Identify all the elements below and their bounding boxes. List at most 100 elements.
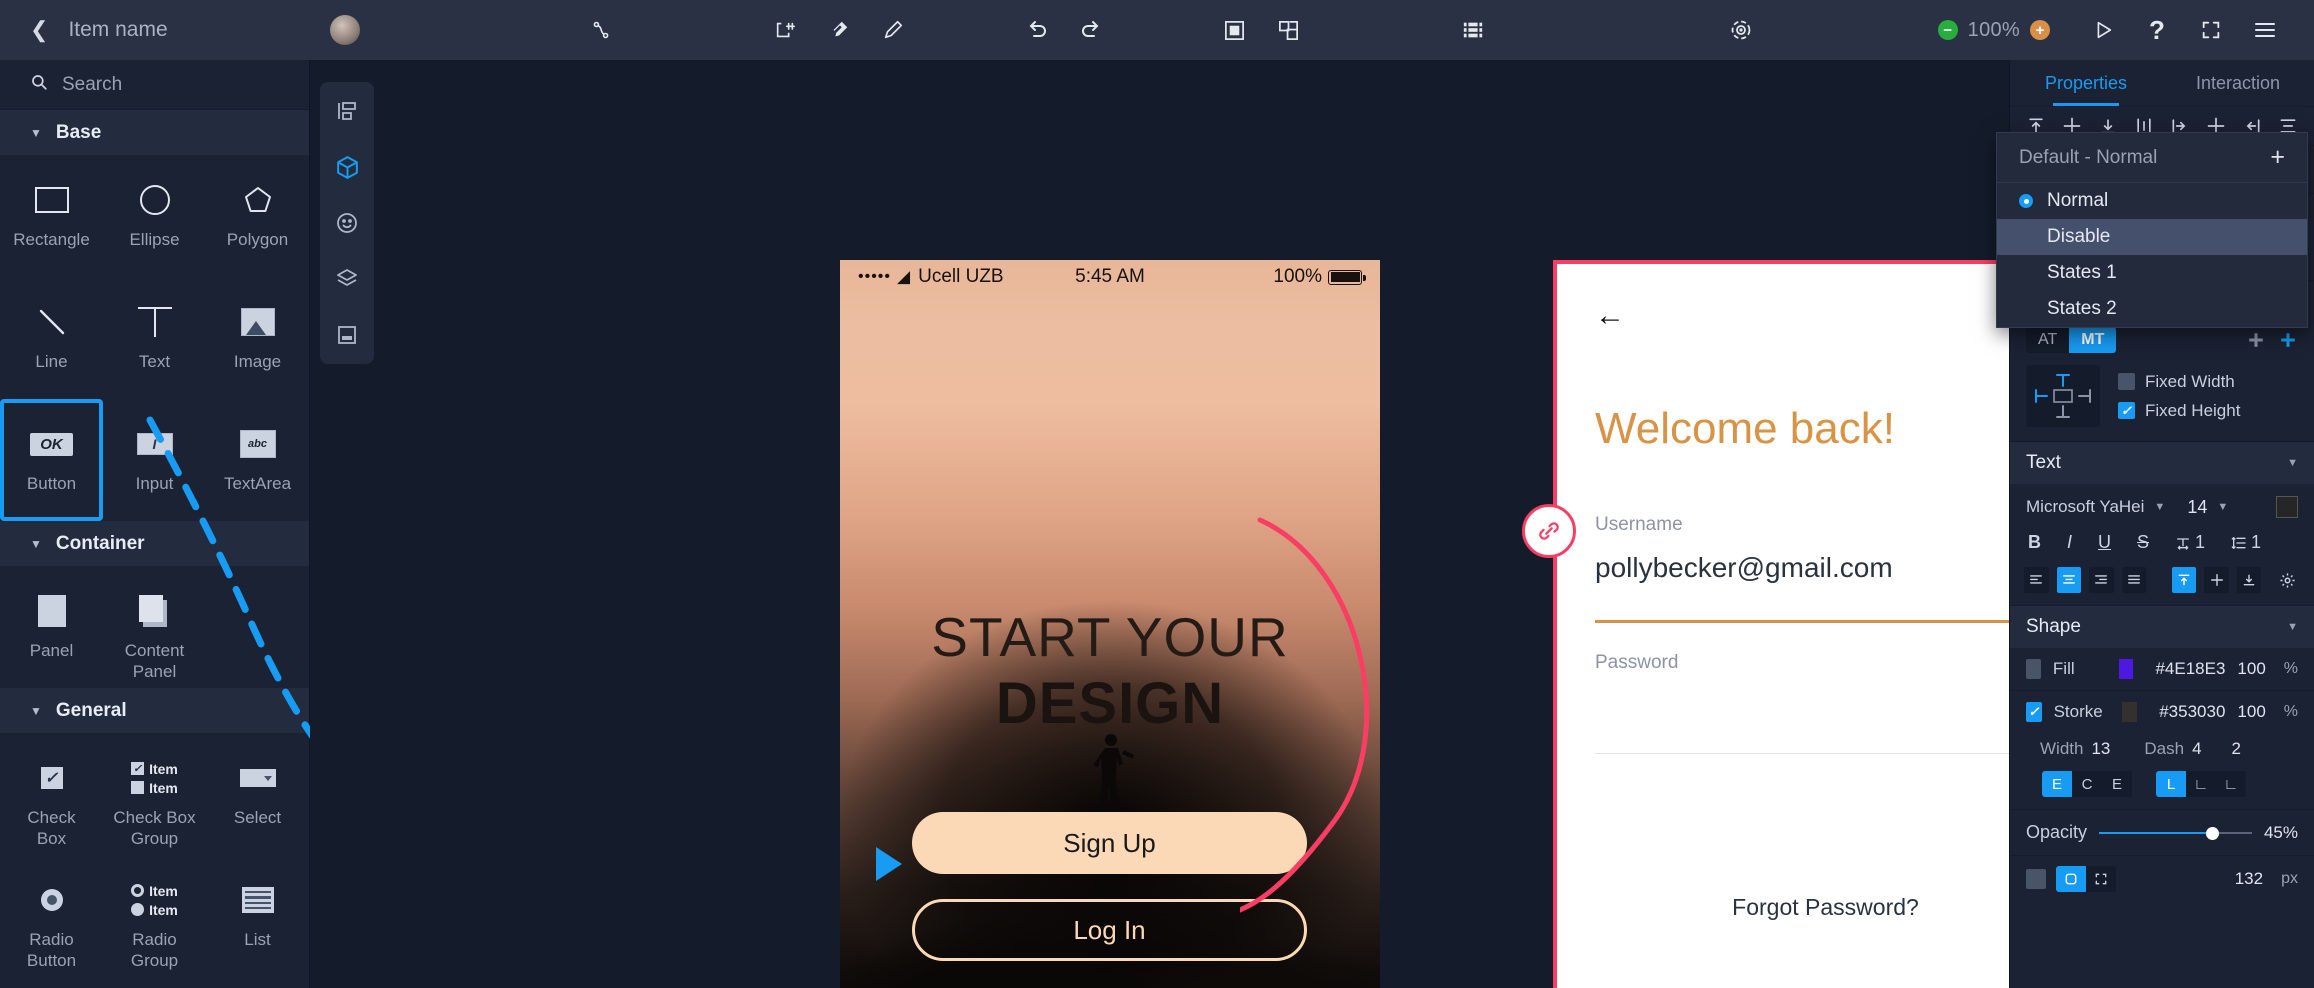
stroke-hex-field[interactable]: #353030 (2159, 702, 2225, 722)
pen-icon[interactable] (812, 9, 866, 51)
text-align-justify-icon[interactable] (2121, 567, 2147, 593)
cap-butt-icon[interactable]: E (2042, 771, 2072, 797)
corner-radius-field[interactable]: 132 (2235, 869, 2263, 889)
component-cube-icon[interactable] (329, 150, 365, 184)
chevron-down-icon[interactable]: ▼ (2154, 501, 2165, 513)
add-frame-icon[interactable] (758, 9, 812, 51)
palette-item-radio-group[interactable]: Item Item Radio Group (103, 855, 206, 977)
cap-square-icon[interactable]: E (2102, 771, 2132, 797)
search-placeholder[interactable]: Search (62, 74, 122, 96)
zoom-out-button[interactable]: − (1937, 20, 1958, 40)
search-row[interactable]: Base Search (0, 60, 309, 110)
valign-bottom-icon[interactable] (2236, 567, 2262, 593)
add-margin-icon[interactable] (2246, 330, 2266, 350)
section-header-shape[interactable]: Shape ▼ (2010, 606, 2314, 648)
target-settings-icon[interactable] (1714, 9, 1768, 51)
emoji-icon[interactable] (329, 206, 365, 240)
section-header-general[interactable]: ▼ General (0, 688, 309, 733)
back-chevron-icon[interactable]: ❮ (30, 19, 48, 41)
text-align-center-icon[interactable] (2056, 567, 2082, 593)
palette-item-select[interactable]: Select (206, 733, 309, 855)
palette-item-content-panel[interactable]: Content Panel (103, 566, 206, 688)
stroke-width-field[interactable]: 13 (2091, 739, 2110, 759)
dash-gap-field[interactable]: 2 (2232, 739, 2241, 759)
palette-item-button[interactable]: OK Button (0, 399, 103, 521)
dash-field[interactable]: 4 (2192, 739, 2201, 759)
join-round-icon[interactable]: ∟ (2186, 771, 2216, 797)
section-header-container[interactable]: ▼ Container (0, 521, 309, 566)
chevron-down-icon[interactable]: ▼ (2217, 501, 2228, 513)
stroke-checkbox[interactable]: ✓ (2026, 702, 2042, 722)
fill-hex-field[interactable]: #4E18E3 (2155, 659, 2225, 679)
username-input[interactable]: pollybecker@gmail.com (1595, 552, 1893, 584)
palette-item-text[interactable]: Text (103, 277, 206, 399)
sign-up-button[interactable]: Sign Up (912, 812, 1307, 874)
strikethrough-button[interactable]: S (2137, 532, 2149, 553)
palette-item-polygon[interactable]: Polygon (206, 155, 309, 277)
palette-item-tabs[interactable]: Tabs (206, 977, 309, 988)
avatar[interactable] (330, 15, 360, 45)
bold-button[interactable]: B (2028, 532, 2041, 553)
fixed-width-checkbox[interactable] (2118, 373, 2135, 390)
group-icon[interactable] (1208, 9, 1262, 51)
corner-swatch-icon[interactable] (2026, 869, 2046, 889)
font-size-select[interactable]: 14 (2187, 497, 2207, 518)
palette-item-list[interactable]: List (206, 855, 309, 977)
section-header-text[interactable]: Text ▼ (2010, 442, 2314, 484)
at-mt-segment[interactable]: AT MT (2026, 327, 2117, 353)
palette-item-check-box[interactable]: ✓ Check Box (0, 733, 103, 855)
add-padding-icon[interactable] (2278, 330, 2298, 350)
palette-item-ellipse[interactable]: Ellipse (103, 155, 206, 277)
pencil-icon[interactable] (866, 9, 920, 51)
path-node-icon[interactable] (574, 9, 628, 51)
valign-middle-icon[interactable] (2204, 567, 2229, 593)
tab-properties[interactable]: Properties (2010, 60, 2162, 106)
palette-item-switch[interactable]: Switch (0, 977, 103, 988)
link-icon[interactable] (1522, 504, 1576, 558)
corner-radius-icon[interactable] (2056, 866, 2086, 892)
fill-opacity-field[interactable]: 100 (2237, 659, 2265, 679)
underline-button[interactable]: U (2098, 532, 2111, 553)
letter-spacing-control[interactable]: 1 (2175, 532, 2205, 553)
anchor-box-icon[interactable] (2026, 365, 2100, 427)
line-height-control[interactable]: 1 (2231, 532, 2261, 553)
tab-interaction[interactable]: Interaction (2162, 60, 2314, 106)
section-header-base[interactable]: ▼ Base (0, 110, 309, 155)
font-family-select[interactable]: Microsoft YaHei (2026, 497, 2144, 517)
corner-individual-icon[interactable] (2086, 866, 2116, 892)
text-align-left-icon[interactable] (2024, 567, 2049, 593)
join-miter-icon[interactable]: L (2156, 771, 2186, 797)
chevron-down-icon[interactable]: ▼ (2287, 621, 2298, 633)
palette-item-image[interactable]: Image (206, 277, 309, 399)
state-item-normal[interactable]: Normal (1997, 183, 2307, 219)
gear-icon[interactable] (2275, 567, 2300, 593)
palette-item-segments[interactable]: Segments (103, 977, 206, 988)
at-button[interactable]: AT (2026, 327, 2069, 353)
log-in-button[interactable]: Log In (912, 899, 1307, 961)
palette-item-rectangle[interactable]: Rectangle (0, 155, 103, 277)
palette-item-radio-button[interactable]: Radio Button (0, 855, 103, 977)
grid-icon[interactable] (1446, 9, 1500, 51)
state-item-states-1[interactable]: States 1 (1997, 255, 2307, 291)
palette-item-panel[interactable]: Panel (0, 566, 103, 688)
palette-item-check-box-group[interactable]: ✓ Item Item Check Box Group (103, 733, 206, 855)
text-color-swatch[interactable] (2276, 496, 2298, 518)
undo-icon[interactable] (1010, 9, 1064, 51)
stroke-opacity-field[interactable]: 100 (2237, 702, 2265, 722)
layout-icon[interactable] (329, 94, 365, 128)
add-state-button[interactable]: + (2270, 145, 2285, 170)
fixed-height-checkbox[interactable]: ✓ (2118, 402, 2135, 419)
valign-top-icon[interactable] (2171, 567, 2197, 593)
play-icon[interactable] (2076, 9, 2130, 51)
state-item-states-2[interactable]: States 2 (1997, 291, 2307, 327)
redo-icon[interactable] (1064, 9, 1118, 51)
hamburger-icon[interactable] (2238, 9, 2292, 51)
ungroup-icon[interactable] (1262, 9, 1316, 51)
italic-button[interactable]: I (2067, 532, 2072, 553)
fixed-width-row[interactable]: Fixed Width (2118, 372, 2240, 392)
mt-button[interactable]: MT (2069, 327, 2117, 353)
arrow-left-icon[interactable]: ← (1595, 299, 1625, 333)
states-dropdown[interactable]: Default - Normal + Normal Disable States… (1996, 132, 2308, 328)
fill-checkbox[interactable] (2026, 659, 2041, 679)
state-item-disable[interactable]: Disable (1997, 219, 2307, 255)
